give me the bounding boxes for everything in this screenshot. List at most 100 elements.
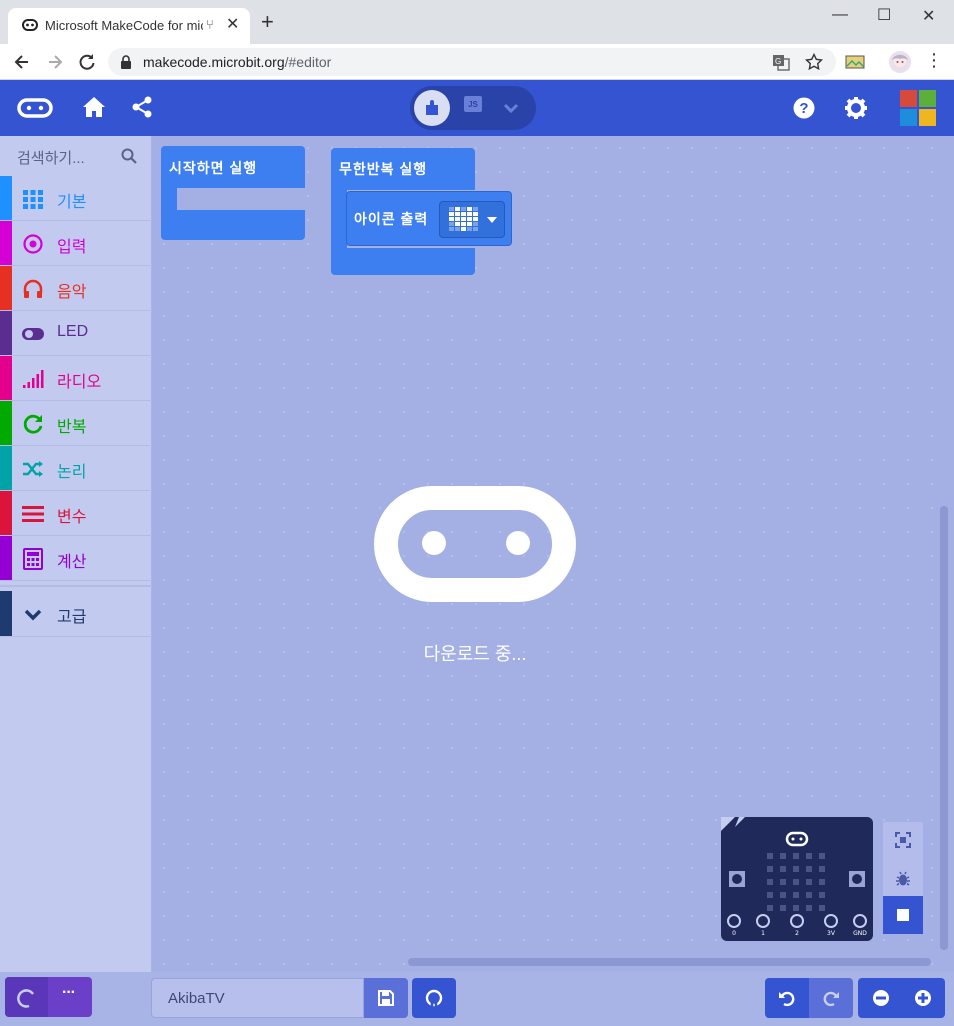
stop-button[interactable] xyxy=(883,896,923,934)
project-name: AkibaTV xyxy=(168,990,225,1007)
signal-icon xyxy=(23,370,44,388)
microbit-favicon-icon xyxy=(22,19,38,31)
extension-icon[interactable] xyxy=(845,52,865,72)
javascript-toggle-button[interactable]: JS xyxy=(464,96,482,112)
editor-toggle: JS xyxy=(410,86,536,130)
category-label: 논리 xyxy=(57,464,87,481)
headphones-icon xyxy=(23,279,43,298)
url-text: makecode.microbit.org/#editor xyxy=(143,54,332,70)
lock-icon xyxy=(121,55,131,69)
minimize-icon[interactable]: — xyxy=(832,6,848,24)
category-led[interactable]: LED xyxy=(0,311,152,356)
close-window-icon[interactable]: ✕ xyxy=(922,6,935,26)
category-color-bar xyxy=(0,356,12,400)
toolbox: 검색하기... 기본 입력 음악 LED 라디오 반복 논리 변수 계산 고급 xyxy=(0,136,152,972)
icon-dropdown[interactable] xyxy=(439,201,505,238)
vertical-scrollbar[interactable] xyxy=(940,506,948,950)
category-color-bar xyxy=(0,176,12,220)
save-icon xyxy=(378,990,394,1006)
category-music[interactable]: 음악 xyxy=(0,266,152,311)
on-start-block[interactable]: 시작하면 실행 xyxy=(161,146,305,240)
spinner-icon xyxy=(17,989,35,1008)
new-tab-icon[interactable]: + xyxy=(261,11,274,33)
profile-avatar[interactable] xyxy=(888,50,912,74)
save-button[interactable] xyxy=(364,978,408,1018)
stop-icon xyxy=(897,909,909,921)
reload-icon[interactable] xyxy=(77,52,97,72)
makecode-header: JS ? xyxy=(0,80,954,136)
pin-label: 2 xyxy=(795,930,799,937)
github-icon xyxy=(425,989,443,1007)
microsoft-logo-icon[interactable] xyxy=(900,90,936,126)
microbit-logo-icon[interactable] xyxy=(17,98,53,118)
category-math[interactable]: 계산 xyxy=(0,536,152,581)
zoom-out-icon[interactable] xyxy=(870,987,892,1009)
pin-label: 3V xyxy=(827,930,836,937)
maximize-icon[interactable]: ☐ xyxy=(877,5,891,25)
translate-icon[interactable]: G xyxy=(772,53,790,71)
category-color-bar xyxy=(0,311,12,355)
debug-button[interactable] xyxy=(883,860,923,898)
category-radio[interactable]: 라디오 xyxy=(0,356,152,401)
category-label: 변수 xyxy=(57,509,87,526)
category-color-bar xyxy=(0,491,12,535)
fullscreen-button[interactable] xyxy=(883,822,923,860)
search-icon[interactable] xyxy=(121,148,137,164)
puzzle-icon xyxy=(426,100,438,115)
share-icon[interactable] xyxy=(130,95,154,119)
search-input[interactable]: 검색하기... xyxy=(17,147,85,168)
category-label: 음악 xyxy=(57,284,87,301)
star-icon[interactable] xyxy=(805,53,823,71)
browser-tabbar: Microsoft MakeCode for micro:bit ⑂ ✕ + —… xyxy=(0,0,954,44)
more-button[interactable]: ··· xyxy=(48,977,92,1017)
chevron-down-icon[interactable] xyxy=(502,100,520,116)
refresh-icon xyxy=(23,414,43,434)
blocks-toggle-button[interactable] xyxy=(414,90,450,126)
category-variables[interactable]: 변수 xyxy=(0,491,152,536)
pin-label: 1 xyxy=(761,930,765,937)
category-label: 계산 xyxy=(57,554,87,571)
category-label: 반복 xyxy=(57,419,87,436)
simulator-toggle-group: ··· xyxy=(5,977,92,1017)
category-color-bar xyxy=(0,266,12,310)
help-icon[interactable]: ? xyxy=(793,97,815,119)
category-advanced[interactable]: 고급 xyxy=(0,591,152,637)
category-color-bar xyxy=(0,446,12,490)
github-button[interactable] xyxy=(412,978,456,1018)
horizontal-scrollbar[interactable] xyxy=(408,958,931,966)
browser-tab[interactable]: Microsoft MakeCode for micro:bit ⑂ ✕ xyxy=(8,8,250,44)
home-icon[interactable] xyxy=(82,96,106,118)
shuffle-icon xyxy=(23,461,43,477)
toolbox-search[interactable]: 검색하기... xyxy=(0,136,152,176)
omnibox[interactable]: makecode.microbit.org/#editor G xyxy=(108,48,836,76)
category-basic[interactable]: 기본 xyxy=(0,176,152,221)
microbit-simulator[interactable]: 0 1 2 3V GND xyxy=(721,817,873,941)
category-logic[interactable]: 논리 xyxy=(0,446,152,491)
forward-icon[interactable] xyxy=(45,52,65,72)
tab-title: Microsoft MakeCode for micro:bit xyxy=(45,18,203,33)
block-slot xyxy=(177,188,305,210)
gear-icon[interactable] xyxy=(845,97,867,119)
category-color-bar xyxy=(0,221,12,265)
ellipsis-icon: ··· xyxy=(62,984,76,1001)
zoom-in-icon[interactable] xyxy=(912,987,934,1009)
category-input[interactable]: 입력 xyxy=(0,221,152,266)
category-label: 고급 xyxy=(57,609,87,626)
heart-icon xyxy=(449,207,478,231)
block-label: 시작하면 실행 xyxy=(169,160,258,176)
back-icon[interactable] xyxy=(12,52,32,72)
project-name-input[interactable]: AkibaTV xyxy=(151,978,364,1018)
tab-close-icon[interactable]: ✕ xyxy=(226,14,239,34)
target-icon xyxy=(23,234,43,254)
collapse-simulator-button[interactable] xyxy=(5,977,48,1017)
category-loops[interactable]: 반복 xyxy=(0,401,152,446)
category-color-bar xyxy=(0,536,12,580)
show-icon-block[interactable]: 아이콘 출력 xyxy=(346,191,512,246)
simulator-controls xyxy=(883,822,923,934)
menu-icon[interactable]: ⋮ xyxy=(925,50,943,71)
chevron-down-icon xyxy=(24,609,42,621)
undo-button[interactable] xyxy=(765,978,809,1018)
pin-label: 0 xyxy=(732,930,736,937)
expand-icon xyxy=(895,832,911,848)
redo-button[interactable] xyxy=(809,978,853,1018)
